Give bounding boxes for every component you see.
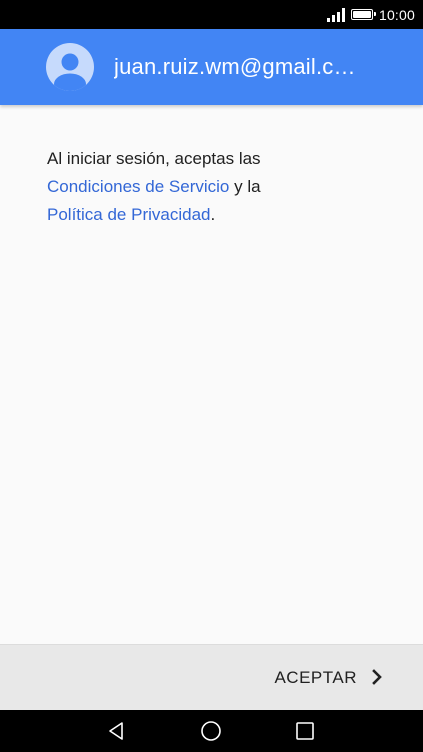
terms-content: Al iniciar sesión, aceptas las Condicione… bbox=[0, 105, 423, 644]
navigation-bar bbox=[0, 710, 423, 752]
chevron-right-icon bbox=[371, 668, 383, 688]
accept-button[interactable]: ACEPTAR bbox=[274, 645, 383, 711]
account-email: juan.ruiz.wm@gmail.c… bbox=[114, 54, 356, 79]
status-icons: 10:00 bbox=[326, 0, 415, 29]
recents-icon[interactable] bbox=[275, 710, 335, 752]
terms-text: Al iniciar sesión, aceptas las Condicione… bbox=[47, 145, 387, 229]
home-icon[interactable] bbox=[181, 710, 241, 752]
terms-of-service-link[interactable]: Condiciones de Servicio bbox=[47, 177, 229, 196]
accept-label: ACEPTAR bbox=[274, 668, 357, 687]
battery-icon bbox=[350, 9, 376, 20]
footer-bar: ACEPTAR bbox=[0, 644, 423, 710]
status-time: 10:00 bbox=[378, 6, 415, 23]
terms-conjunction: y la bbox=[229, 177, 261, 196]
status-bar: 10:00 bbox=[0, 0, 423, 29]
privacy-policy-link[interactable]: Política de Privacidad bbox=[47, 205, 210, 224]
person-avatar-icon bbox=[46, 43, 94, 91]
terms-intro: Al iniciar sesión, aceptas las bbox=[47, 149, 261, 168]
signal-icon bbox=[326, 7, 345, 22]
account-header: juan.ruiz.wm@gmail.c… bbox=[0, 29, 423, 105]
terms-ending: . bbox=[210, 205, 216, 224]
back-icon[interactable] bbox=[87, 710, 147, 752]
